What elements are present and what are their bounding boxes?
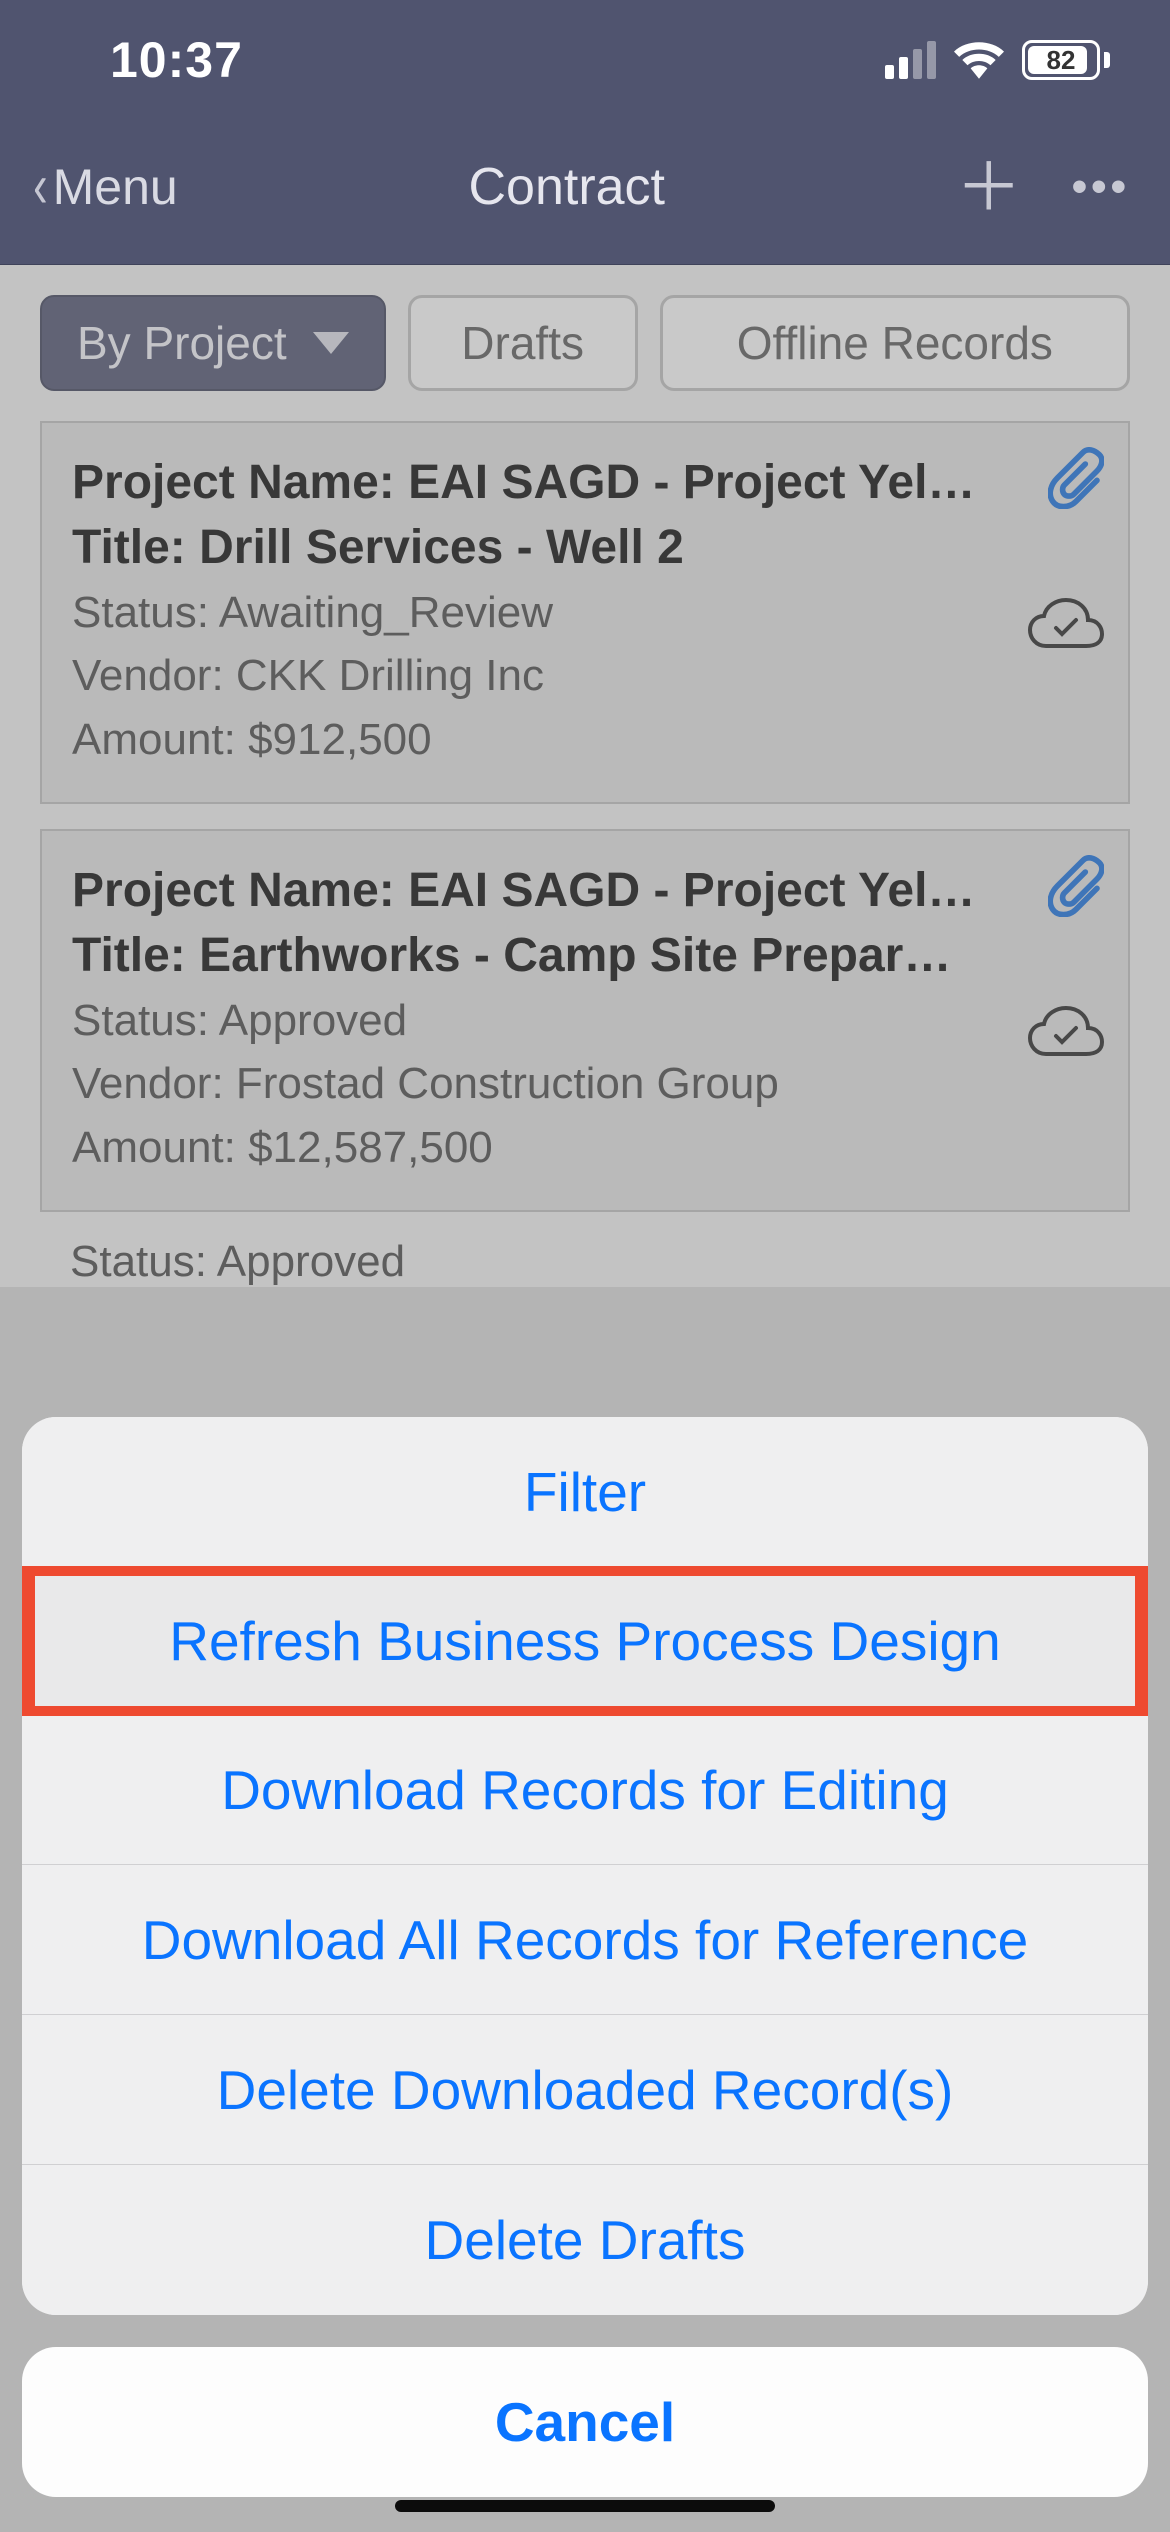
record-project: Project Name: EAI SAGD - Project Yel… <box>72 859 1098 924</box>
action-sheet-group: Filter Refresh Business Process Design D… <box>22 1417 1148 2315</box>
record-card[interactable]: Project Name: EAI SAGD - Project Yel… Ti… <box>40 421 1130 804</box>
back-label: Menu <box>53 158 178 216</box>
drafts-label: Drafts <box>461 316 584 370</box>
more-button[interactable]: ••• <box>1072 162 1130 212</box>
wifi-icon <box>954 40 1004 80</box>
status-bar: 10:37 82 <box>0 0 1170 120</box>
cloud-check-icon <box>1026 1006 1106 1062</box>
battery-indicator: 82 <box>1022 40 1110 80</box>
back-button[interactable]: ‹ Menu <box>30 156 178 218</box>
sheet-filter[interactable]: Filter <box>22 1417 1148 1567</box>
page-title: Contract <box>178 157 956 217</box>
sheet-cancel[interactable]: Cancel <box>22 2347 1148 2497</box>
offline-label: Offline Records <box>737 316 1053 370</box>
attachment-icon[interactable] <box>1048 855 1104 917</box>
status-right: 82 <box>885 40 1110 80</box>
add-button[interactable]: ＋ <box>956 154 1022 220</box>
partial-row-text: Status: Approved <box>40 1237 1130 1287</box>
cellular-signal-icon <box>885 41 936 79</box>
chevron-left-icon: ‹ <box>33 156 47 218</box>
sheet-download-reference[interactable]: Download All Records for Reference <box>22 1865 1148 2015</box>
record-amount: Amount: $912,500 <box>72 708 1098 772</box>
status-time: 10:37 <box>110 31 243 89</box>
sheet-refresh-bp-design[interactable]: Refresh Business Process Design <box>22 1566 1148 1716</box>
record-status: Status: Awaiting_Review <box>72 581 1098 645</box>
record-project: Project Name: EAI SAGD - Project Yel… <box>72 451 1098 516</box>
sheet-download-editing[interactable]: Download Records for Editing <box>22 1715 1148 1865</box>
sheet-delete-downloaded[interactable]: Delete Downloaded Record(s) <box>22 2015 1148 2165</box>
nav-actions: ＋ ••• <box>956 154 1130 220</box>
record-status: Status: Approved <box>72 989 1098 1053</box>
record-card[interactable]: Project Name: EAI SAGD - Project Yel… Ti… <box>40 829 1130 1212</box>
filter-row: By Project Drafts Offline Records <box>0 265 1170 421</box>
record-vendor: Vendor: CKK Drilling Inc <box>72 644 1098 708</box>
record-vendor: Vendor: Frostad Construction Group <box>72 1052 1098 1116</box>
view-selector-label: By Project <box>77 316 287 370</box>
action-sheet: Filter Refresh Business Process Design D… <box>22 1417 1148 2497</box>
navigation-bar: ‹ Menu Contract ＋ ••• <box>0 120 1170 265</box>
drafts-button[interactable]: Drafts <box>408 295 638 391</box>
record-title: Title: Drill Services - Well 2 <box>72 516 1098 581</box>
view-selector[interactable]: By Project <box>40 295 386 391</box>
record-amount: Amount: $12,587,500 <box>72 1116 1098 1180</box>
home-indicator[interactable] <box>395 2500 775 2512</box>
sheet-delete-drafts[interactable]: Delete Drafts <box>22 2165 1148 2315</box>
chevron-down-icon <box>313 332 349 354</box>
attachment-icon[interactable] <box>1048 447 1104 509</box>
offline-records-button[interactable]: Offline Records <box>660 295 1130 391</box>
battery-percent: 82 <box>1047 45 1076 76</box>
cloud-check-icon <box>1026 598 1106 654</box>
record-title: Title: Earthworks - Camp Site Prepar… <box>72 924 1098 989</box>
record-list: Project Name: EAI SAGD - Project Yel… Ti… <box>0 421 1170 1287</box>
